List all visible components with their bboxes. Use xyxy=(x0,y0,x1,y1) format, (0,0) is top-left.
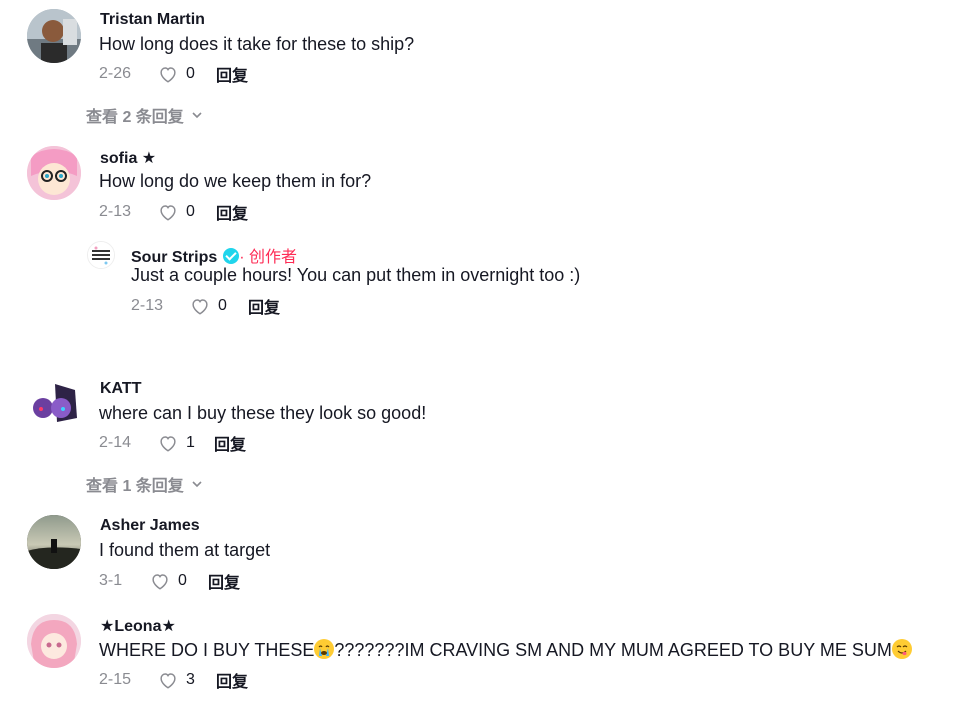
reply-username: Sour Strips · 创作者 xyxy=(131,243,297,267)
like-button[interactable]: 0 xyxy=(157,201,216,223)
view-replies-button[interactable]: 查看 2 条回复 xyxy=(86,103,204,127)
like-count: 0 xyxy=(178,572,187,589)
heart-outline-icon xyxy=(160,205,176,221)
comment-meta: 2-15 3 回复 xyxy=(99,668,248,692)
view-replies-label: 查看 2 条回复 xyxy=(86,109,184,126)
comment-username[interactable]: sofia ★ xyxy=(100,148,156,168)
comment-username[interactable]: Tristan Martin xyxy=(100,11,205,29)
view-replies-label: 查看 1 条回复 xyxy=(86,478,184,495)
comment-date: 2-13 xyxy=(99,203,132,220)
like-count: 1 xyxy=(186,434,195,451)
comment-text: How long does it take for these to ship? xyxy=(99,34,415,54)
reply-text: Just a couple hours! You can put them in… xyxy=(131,265,581,285)
comment-date: 2-14 xyxy=(99,434,132,451)
like-count: 0 xyxy=(186,65,195,82)
verified-badge-icon xyxy=(223,248,240,264)
reply-meta: 2-13 0 回复 xyxy=(131,294,280,318)
avatar[interactable] xyxy=(27,9,81,63)
like-button[interactable]: 0 xyxy=(157,63,216,85)
avatar[interactable] xyxy=(27,515,81,569)
like-button[interactable]: 0 xyxy=(189,295,248,317)
comment-text: WHERE DO I BUY THESE ???????IM CRAVING SM… xyxy=(99,639,912,661)
reply-button[interactable]: 回复 xyxy=(248,294,280,318)
comment-date: 3-1 xyxy=(99,572,123,589)
like-button[interactable]: 3 xyxy=(157,669,216,691)
avatar[interactable] xyxy=(27,614,81,668)
heart-outline-icon xyxy=(192,299,208,315)
heart-outline-icon xyxy=(160,673,176,689)
chevron-down-icon xyxy=(192,112,202,119)
comment-date: 2-15 xyxy=(99,671,132,688)
like-button[interactable]: 1 xyxy=(157,432,214,454)
comment-meta: 2-13 0 回复 xyxy=(99,200,248,224)
comment-text-part: ???????IM CRAVING SM AND MY MUM AGREED T… xyxy=(334,640,892,660)
reply-date: 2-13 xyxy=(131,297,164,314)
heart-outline-icon xyxy=(160,436,176,452)
reply-button[interactable]: 回复 xyxy=(208,569,240,593)
like-button[interactable]: 0 xyxy=(149,570,208,592)
like-count: 0 xyxy=(186,203,195,220)
comment-text-part: WHERE DO I BUY THESE xyxy=(99,640,315,660)
crying-face-emoji-icon xyxy=(314,639,335,659)
chevron-down-icon xyxy=(192,481,202,488)
avatar[interactable] xyxy=(27,378,81,432)
comment-text: I found them at target xyxy=(99,540,271,560)
comment-date: 2-26 xyxy=(99,65,132,82)
reply-avatar[interactable] xyxy=(87,241,115,269)
creator-badge: · 创作者 xyxy=(239,249,298,266)
reply-button[interactable]: 回复 xyxy=(216,62,248,86)
reply-username-text[interactable]: Sour Strips xyxy=(131,249,217,266)
avatar[interactable] xyxy=(27,146,81,200)
comment-text: where can I buy these they look so good! xyxy=(99,403,427,423)
heart-outline-icon xyxy=(160,67,176,83)
comment-username[interactable]: Asher James xyxy=(100,517,200,535)
like-count: 0 xyxy=(218,297,227,314)
reply-button[interactable]: 回复 xyxy=(216,200,248,224)
view-replies-button[interactable]: 查看 1 条回复 xyxy=(86,472,204,496)
comment-meta: 3-1 0 回复 xyxy=(99,569,240,593)
heart-outline-icon xyxy=(152,574,168,590)
reply-button[interactable]: 回复 xyxy=(216,668,248,692)
comment-username[interactable]: KATT xyxy=(100,380,141,398)
like-count: 3 xyxy=(186,671,195,688)
comment-username[interactable]: ★Leona★ xyxy=(100,616,176,636)
comment-text: How long do we keep them in for? xyxy=(99,171,372,191)
comment-meta: 2-14 1 回复 xyxy=(99,431,246,455)
reply-button[interactable]: 回复 xyxy=(214,431,246,455)
comment-meta: 2-26 0 回复 xyxy=(99,62,248,86)
yum-face-emoji-icon xyxy=(891,639,912,659)
